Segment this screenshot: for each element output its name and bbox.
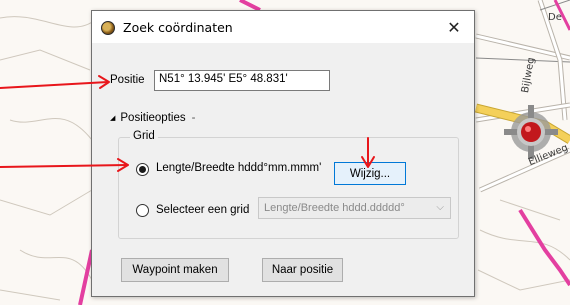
radio-select-grid-label[interactable]: Selecteer een grid [156,204,249,216]
position-options-label: Positieopties [120,112,186,124]
collapse-triangle-icon: ◢ [110,115,116,122]
position-label: Positie [110,74,145,86]
dialog-title: Zoek coördinaten [123,20,233,35]
grid-groupbox [118,137,459,239]
radio-lonlat[interactable] [136,163,149,176]
goto-position-button[interactable]: Naar positie [262,258,343,282]
position-options-suffix: - [191,112,196,124]
radio-lonlat-label[interactable]: Lengte/Breedte hddd°mm.mmm' [156,162,321,174]
change-button[interactable]: Wijzig... [334,162,406,185]
chevron-down-icon: ⌵ [436,202,444,213]
position-options-toggle[interactable]: ◢ Positieopties - [110,112,195,124]
grid-select-dropdown: Lengte/Breedte hddd.ddddd° ⌵ [258,197,451,219]
position-input[interactable]: N51° 13.945' E5° 48.831' [154,70,330,91]
map-street-label: De [548,12,562,23]
search-coordinates-dialog: Zoek coördinaten ✕ Positie N51° 13.945' … [91,10,475,297]
close-icon: ✕ [447,17,461,37]
close-button[interactable]: ✕ [434,11,474,43]
grid-groupbox-label: Grid [130,130,158,142]
create-waypoint-button[interactable]: Waypoint maken [121,258,229,282]
grid-select-value: Lengte/Breedte hddd.ddddd° [264,202,405,214]
dialog-titlebar[interactable]: Zoek coördinaten ✕ [92,11,474,43]
globe-icon [101,21,115,35]
radio-select-grid[interactable] [136,204,149,217]
